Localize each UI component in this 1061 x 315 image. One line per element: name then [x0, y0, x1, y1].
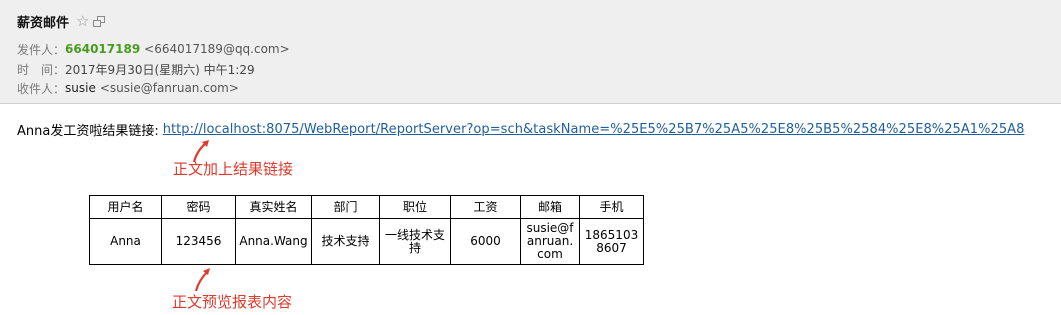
time-row: 时 间： 2017年9月30日(星期六) 中午1:29 — [17, 60, 255, 78]
time-value: 2017年9月30日(星期六) 中午1:29 — [65, 62, 255, 77]
recipient-label: 收件人： — [17, 81, 66, 96]
sender-label: 发件人： — [17, 42, 66, 57]
email-view: 薪资邮件 ☆ 发件人： 664017189 <664017189@qq.com>… — [0, 0, 1061, 315]
sender-name[interactable]: 664017189 — [65, 42, 140, 56]
column-header-password: 密码 — [161, 195, 236, 219]
cell-username: Anna — [89, 218, 162, 265]
report-link[interactable]: http://localhost:8075/WebReport/ReportSe… — [163, 122, 1025, 137]
cell-email: susie@fanruan.com — [520, 218, 580, 265]
column-header-email: 邮箱 — [520, 195, 580, 219]
table-header-row: 用户名 密码 真实姓名 部门 职位 工资 邮箱 手机 — [89, 195, 644, 219]
cell-phone: 18651038607 — [579, 218, 644, 265]
link-prefix-text: Anna发工资啦结果链接: — [17, 123, 159, 139]
sender-email: <664017189@qq.com> — [144, 42, 290, 56]
table-row: Anna 123456 Anna.Wang 技术支持 一线技术支持 6000 s… — [89, 218, 644, 265]
annotation-link-note: 正文加上结果链接 — [173, 160, 294, 178]
column-header-username: 用户名 — [89, 195, 162, 219]
cell-email-text: susie@fanruan.com — [526, 221, 574, 261]
column-header-department: 部门 — [311, 195, 380, 219]
annotation-table-note: 正文预览报表内容 — [172, 293, 293, 311]
cell-position: 一线技术支持 — [379, 218, 451, 265]
time-label: 时 间： — [17, 62, 66, 77]
report-preview-table: 用户名 密码 真实姓名 部门 职位 工资 邮箱 手机 Anna 123456 A… — [89, 195, 644, 265]
star-icon[interactable]: ☆ — [76, 13, 89, 29]
new-window-icon[interactable] — [93, 15, 106, 27]
email-header: 薪资邮件 ☆ 发件人： 664017189 <664017189@qq.com>… — [0, 0, 1061, 104]
recipient-row: 收件人： susie <susie@fanruan.com> — [17, 79, 239, 97]
cell-phone-text: 18651038607 — [584, 227, 639, 255]
recipient-email: <susie@fanruan.com> — [99, 81, 239, 95]
cell-position-text: 一线技术支持 — [385, 227, 446, 255]
sender-row: 发件人： 664017189 <664017189@qq.com> — [17, 40, 290, 58]
email-subject: 薪资邮件 — [17, 15, 70, 31]
cell-salary: 6000 — [450, 218, 521, 265]
cell-real-name: Anna.Wang — [235, 218, 312, 265]
recipient-name[interactable]: susie — [65, 81, 96, 95]
cell-department: 技术支持 — [311, 218, 380, 265]
cell-password: 123456 — [161, 218, 236, 265]
column-header-position: 职位 — [379, 195, 451, 219]
column-header-salary: 工资 — [450, 195, 521, 219]
column-header-real-name: 真实姓名 — [235, 195, 312, 219]
column-header-phone: 手机 — [579, 195, 644, 219]
result-link-line: Anna发工资啦结果链接: http://localhost:8075/WebR… — [17, 119, 1024, 139]
annotation-arrow-icon — [194, 268, 210, 292]
subject-row: 薪资邮件 ☆ — [17, 11, 106, 31]
